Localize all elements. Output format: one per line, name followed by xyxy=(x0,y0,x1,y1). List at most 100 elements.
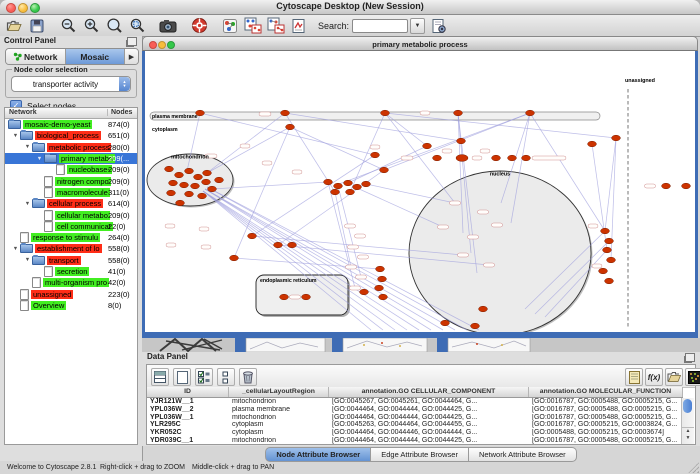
node-color-selection-label: Node color selection xyxy=(12,65,90,74)
tree-row[interactable]: secretion41(0) xyxy=(5,266,137,277)
table-scrollbar[interactable]: ▲▼ xyxy=(681,398,694,444)
disclosure-triangle-icon[interactable]: ▼ xyxy=(35,156,44,162)
scrollbar-thumb[interactable] xyxy=(683,399,692,413)
import-attributes-icon[interactable] xyxy=(625,368,643,386)
network-node xyxy=(371,152,380,158)
tree-row[interactable]: mosaic-demo-yeast874(0) xyxy=(5,119,137,130)
table-cell: [GO:0044464, GO:0044444, GO:0044425, G..… xyxy=(329,437,529,444)
float-panel-icon[interactable] xyxy=(127,37,137,46)
search-input[interactable] xyxy=(352,19,408,33)
tree-row[interactable]: ▼establishment of lo558(0) xyxy=(5,243,137,254)
table-row[interactable]: YPL036W__2plasma membrane[GO:0044464, GO… xyxy=(147,406,683,414)
table-row[interactable]: YLR295Ccytoplasm[GO:0045263, GO:0044464,… xyxy=(147,421,683,429)
window-titlebar[interactable]: Cytoscape Desktop (New Session) xyxy=(0,0,700,15)
select-all-attributes-icon[interactable] xyxy=(195,368,213,386)
node-label xyxy=(358,255,369,259)
table-row[interactable]: YDR039C__1mitochondrion[GO:0044464, GO:0… xyxy=(147,436,683,444)
zoom-fit-icon[interactable] xyxy=(105,17,123,35)
disclosure-triangle-icon[interactable]: ▼ xyxy=(23,257,32,263)
tab-overflow-arrow[interactable]: ▶ xyxy=(125,49,138,64)
tree-header: Network Nodes xyxy=(5,108,137,119)
table-column-header[interactable]: annotation.GO CELLULAR_COMPONENT xyxy=(329,387,529,397)
network-node xyxy=(662,183,671,189)
zoom-out-icon[interactable] xyxy=(59,17,77,35)
tree-row[interactable]: cell communicat22(0) xyxy=(5,221,137,232)
resize-grip[interactable] xyxy=(688,462,699,473)
select-attributes-icon[interactable] xyxy=(151,368,169,386)
create-new-attribute-icon[interactable] xyxy=(173,368,191,386)
tree-label: metabolic process xyxy=(47,143,111,152)
scrollbar-arrows[interactable]: ▲▼ xyxy=(682,427,694,444)
help-icon[interactable] xyxy=(190,17,208,35)
search-label: Search: xyxy=(318,21,349,31)
network-node xyxy=(202,179,211,185)
tree-row[interactable]: ▼transport558(0) xyxy=(5,255,137,266)
table-row[interactable]: YPL036W__1mitochondrion[GO:0044464, GO:0… xyxy=(147,413,683,421)
delete-attributes-icon[interactable] xyxy=(239,368,257,386)
attribute-matrix-icon[interactable] xyxy=(685,368,700,386)
create-network-from-selection-icon[interactable] xyxy=(244,17,262,35)
minimized-window-preview[interactable] xyxy=(332,338,427,352)
disclosure-triangle-icon[interactable]: ▼ xyxy=(11,133,20,139)
node-label xyxy=(199,227,209,231)
network-node xyxy=(362,181,371,187)
tab-node-attribute-browser[interactable]: Node Attribute Browser xyxy=(265,447,371,462)
network-window-titlebar[interactable]: primary metabolic process xyxy=(142,36,698,51)
import-attribute-file-icon[interactable] xyxy=(665,368,683,386)
network-node xyxy=(441,320,450,326)
table-row[interactable]: YJR121W__1mitochondrion[GO:0045267, GO:0… xyxy=(147,398,683,406)
tree-row[interactable]: nitrogen compo209(0) xyxy=(5,175,137,186)
open-session-icon[interactable] xyxy=(5,17,23,35)
main-toolbar: Search: ▼ xyxy=(0,15,700,37)
attribute-table-header: ID_cellularLayoutRegionannotation.GO CEL… xyxy=(147,387,683,398)
tab-edge-attribute-browser[interactable]: Edge Attribute Browser xyxy=(371,447,469,462)
tree-row[interactable]: ▼cellular process614(0) xyxy=(5,198,137,209)
tree-row[interactable]: unassigned223(0) xyxy=(5,288,137,299)
network-node xyxy=(331,189,340,195)
tree-row[interactable]: Overview8(0) xyxy=(5,300,137,311)
tree-label: primary metabo xyxy=(59,154,115,163)
tree-row[interactable]: multi-organism pro42(0) xyxy=(5,277,137,288)
network-node xyxy=(456,155,468,162)
disclosure-triangle-icon[interactable]: ▼ xyxy=(23,144,32,150)
tab-mosaic-label: Mosaic xyxy=(80,52,109,62)
tree-row[interactable]: nucleobase-209(0) xyxy=(5,164,137,175)
function-builder-icon[interactable]: f(x) xyxy=(645,368,663,386)
export-image-icon[interactable] xyxy=(159,17,177,35)
vizmapper-icon[interactable] xyxy=(221,17,239,35)
disclosure-triangle-icon[interactable]: ▼ xyxy=(11,246,20,252)
create-network-from-selection-edges-icon[interactable] xyxy=(267,17,285,35)
tab-network-attribute-browser[interactable]: Network Attribute Browser xyxy=(469,447,577,462)
annotation-icon[interactable] xyxy=(290,17,308,35)
node-label xyxy=(262,161,272,165)
float-data-panel-icon[interactable] xyxy=(685,353,695,362)
table-column-header[interactable]: ID xyxy=(147,387,229,397)
table-column-header[interactable]: annotation.GO MOLECULAR_FUNCTION xyxy=(529,387,683,397)
node-color-dropdown[interactable]: transporter activity ▲▼ xyxy=(11,76,131,92)
minimized-window-preview[interactable] xyxy=(235,338,325,352)
tab-network[interactable]: Network xyxy=(6,49,66,64)
table-cell: [GO:0045263, GO:0044464, GO:0044455, G..… xyxy=(329,421,529,428)
advanced-search-icon[interactable] xyxy=(430,17,448,35)
tab-mosaic[interactable]: Mosaic xyxy=(66,49,126,64)
zoom-in-icon[interactable] xyxy=(82,17,100,35)
table-column-header[interactable]: _cellularLayoutRegion xyxy=(229,387,329,397)
zoom-selected-region-icon[interactable] xyxy=(128,17,146,35)
save-session-icon[interactable] xyxy=(28,17,46,35)
tree-row[interactable]: ▼biological_process651(0) xyxy=(5,130,137,141)
table-row[interactable]: YKR052Ccytoplasm[GO:0044464, GO:0044446,… xyxy=(147,429,683,437)
tree-row[interactable]: ▼primary metabo209(... xyxy=(5,153,137,164)
network-canvas[interactable]: plasma membranecytoplasmmitochondrionnuc… xyxy=(145,51,695,332)
search-dropdown-arrow[interactable]: ▼ xyxy=(410,18,425,34)
tree-row[interactable]: cellular metabo209(0) xyxy=(5,209,137,220)
tree-row[interactable]: macromolecule311(0) xyxy=(5,187,137,198)
hint-pan: Middle-click + drag to PAN xyxy=(192,464,274,471)
disclosure-triangle-icon[interactable]: ▼ xyxy=(23,201,32,207)
unselect-all-attributes-icon[interactable] xyxy=(217,368,235,386)
tree-row[interactable]: ▼metabolic process280(0) xyxy=(5,142,137,153)
tree-row[interactable]: response to stimulu264(0) xyxy=(5,232,137,243)
network-node xyxy=(353,184,362,190)
minimized-window-preview[interactable] xyxy=(437,338,530,352)
network-edge xyxy=(252,155,375,236)
folder-icon xyxy=(32,143,45,152)
